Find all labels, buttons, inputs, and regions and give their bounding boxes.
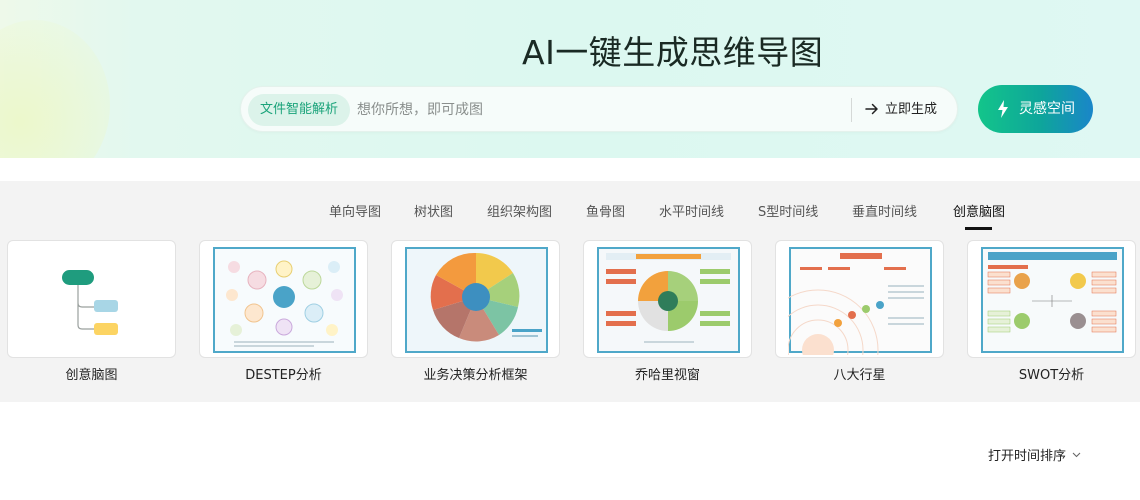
template-card-business-decision[interactable] — [391, 240, 560, 358]
johari-window-thumbnail — [597, 247, 740, 353]
generate-now-label: 立即生成 — [885, 102, 938, 117]
template-label: 业务决策分析框架 — [423, 368, 528, 383]
destep-thumbnail — [213, 247, 356, 353]
tab-s-timeline[interactable]: S型时间线 — [758, 203, 818, 223]
template-type-tabs: 单向导图 树状图 组织架构图 鱼骨图 水平时间线 S型时间线 垂直时间线 创意脑… — [0, 203, 1140, 227]
lightning-icon — [998, 100, 1008, 118]
tab-tree-chart[interactable]: 树状图 — [414, 203, 453, 223]
ai-generate-search-bar: 文件智能解析 立即生成 — [240, 86, 958, 132]
template-card-swot[interactable] — [967, 240, 1136, 358]
business-decision-thumbnail — [405, 247, 548, 353]
template-card-creative-mindmap[interactable] — [7, 240, 176, 358]
file-parse-button[interactable]: 文件智能解析 — [248, 94, 350, 126]
hero-banner: AI一键生成思维导图 文件智能解析 立即生成 灵感空间 — [0, 0, 1140, 158]
tab-org-chart[interactable]: 组织架构图 — [487, 203, 552, 223]
template-label: 八大行星 — [833, 368, 886, 383]
generate-now-button[interactable]: 立即生成 — [865, 95, 945, 125]
tab-vertical-timeline[interactable]: 垂直时间线 — [852, 203, 917, 223]
swot-thumbnail — [981, 247, 1124, 353]
search-divider — [851, 98, 852, 122]
template-label: SWOT分析 — [1018, 368, 1085, 383]
tab-creative-mindmap[interactable]: 创意脑图 — [953, 203, 1005, 223]
hero-decoration — [0, 20, 110, 158]
active-tab-indicator — [965, 227, 992, 230]
prompt-input[interactable] — [357, 95, 827, 125]
template-label: 创意脑图 — [65, 368, 118, 383]
template-card-johari-window[interactable] — [583, 240, 752, 358]
arrow-right-icon — [865, 103, 878, 114]
tab-fishbone[interactable]: 鱼骨图 — [586, 203, 625, 223]
tab-one-way-map[interactable]: 单向导图 — [329, 203, 381, 223]
template-card-eight-planets[interactable] — [775, 240, 944, 358]
sort-by-open-time-dropdown[interactable]: 打开时间排序 — [988, 445, 1081, 464]
chevron-down-icon — [1072, 452, 1081, 457]
eight-planets-thumbnail — [788, 247, 932, 355]
inspiration-space-label: 灵感空间 — [1019, 101, 1075, 117]
tab-horizontal-timeline[interactable]: 水平时间线 — [659, 203, 724, 223]
template-card-destep[interactable] — [199, 240, 368, 358]
inspiration-space-button[interactable]: 灵感空间 — [978, 85, 1093, 133]
template-gallery: 单向导图 树状图 组织架构图 鱼骨图 水平时间线 S型时间线 垂直时间线 创意脑… — [0, 181, 1140, 402]
template-label: 乔哈里视窗 — [634, 368, 700, 383]
template-label: DESTEP分析 — [245, 368, 322, 383]
page-title: AI一键生成思维导图 — [522, 33, 824, 72]
sort-label: 打开时间排序 — [988, 449, 1067, 464]
mindmap-thumbnail — [62, 270, 118, 335]
